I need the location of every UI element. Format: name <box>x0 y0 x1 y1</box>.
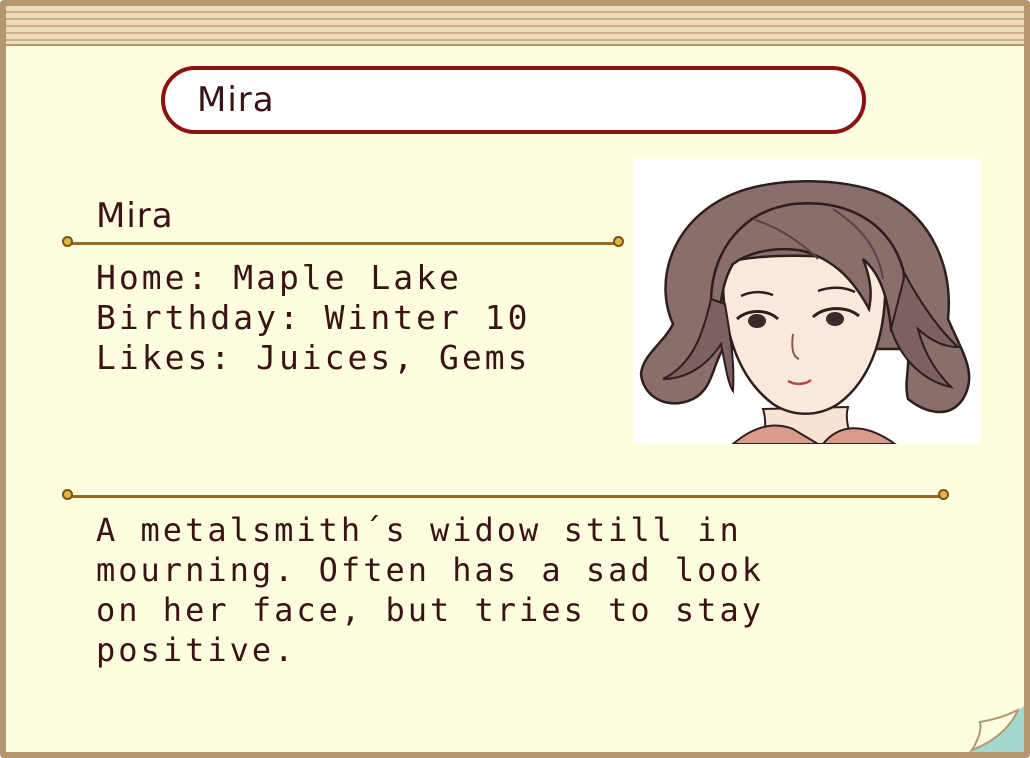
profile-card: Mira Mira Home: Maple Lake Birthday: Win… <box>0 0 1030 758</box>
portrait-svg <box>639 180 971 444</box>
divider-knob-right <box>613 236 624 247</box>
description-line-4: positive. <box>96 631 297 669</box>
character-description: A metalsmith´s widow still in mourning. … <box>96 510 896 670</box>
divider-knob-left <box>62 236 73 247</box>
description-line-3: on her face, but tries to stay <box>96 591 764 629</box>
likes-line: Likes: Juices, Gems <box>96 338 531 377</box>
divider-top <box>62 236 624 247</box>
name-field[interactable]: Mira <box>161 66 866 134</box>
profile-info: Home: Maple Lake Birthday: Winter 10 Lik… <box>96 258 531 378</box>
divider-bottom <box>62 489 949 500</box>
top-band <box>6 6 1024 46</box>
name-field-value: Mira <box>197 80 275 120</box>
divider-knob-right <box>938 489 949 500</box>
description-line-2: mourning. Often has a sad look <box>96 551 764 589</box>
page-curl-icon[interactable] <box>968 706 1024 752</box>
divider-knob-left <box>62 489 73 500</box>
character-name: Mira <box>96 196 174 236</box>
description-line-1: A metalsmith´s widow still in <box>96 511 742 549</box>
character-portrait-icon <box>633 159 981 444</box>
home-line: Home: Maple Lake <box>96 258 462 297</box>
birthday-line: Birthday: Winter 10 <box>96 298 531 337</box>
